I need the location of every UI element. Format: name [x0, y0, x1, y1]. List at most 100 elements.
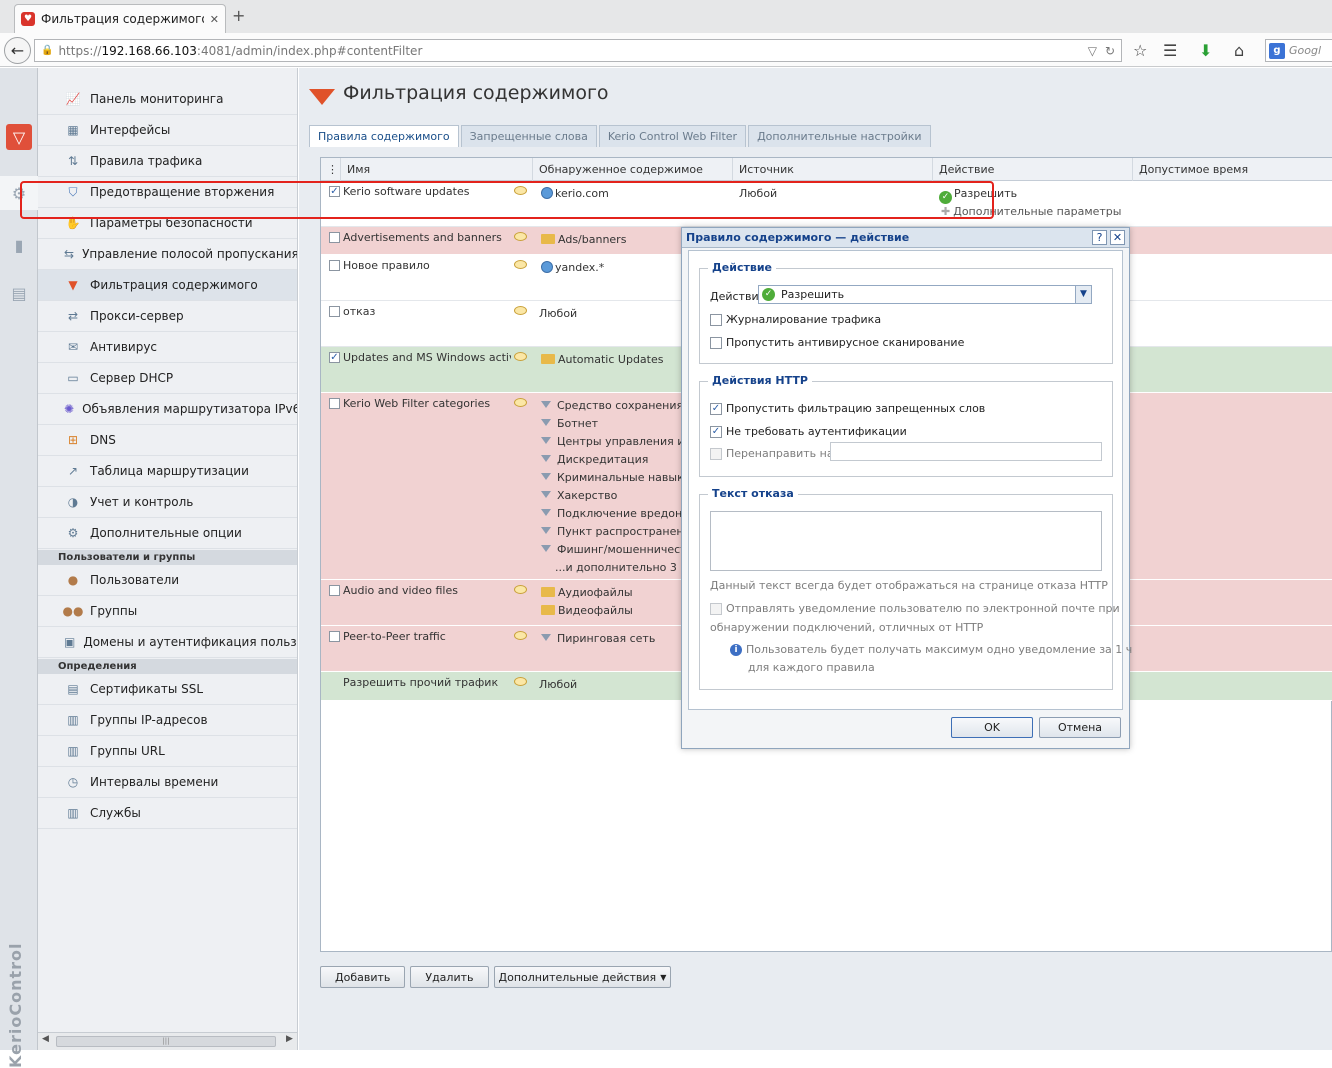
sidebar-item-dns[interactable]: ⊞ DNS [38, 425, 297, 456]
cancel-button[interactable]: Отмена [1039, 717, 1121, 738]
sidebar-item-label: Фильтрация содержимого [90, 278, 258, 292]
sidebar-item-label: DNS [90, 433, 116, 447]
sidebar-item-ipv6[interactable]: ✺ Объявления маршрутизатора IPv6 [38, 394, 297, 425]
sidebar-item-traffic-rules[interactable]: ⇅ Правила трафика [38, 146, 297, 177]
user-icon: ● [67, 573, 79, 587]
search-placeholder: Googl [1289, 44, 1322, 57]
sidebar-item-dhcp[interactable]: ▭ Сервер DHCP [38, 363, 297, 394]
search-box[interactable]: g Googl [1265, 39, 1332, 62]
skip-antivirus-checkbox[interactable] [710, 336, 722, 349]
no-auth-checkbox[interactable]: ✓ [710, 425, 722, 438]
help-icon[interactable]: ? [1092, 230, 1107, 245]
browser-tab[interactable]: ♥ Фильтрация содержимого - ... ✕ [14, 4, 226, 33]
comment-bubble-icon[interactable] [514, 398, 527, 407]
tab-advanced-settings[interactable]: Дополнительные настройки [748, 125, 931, 147]
comment-bubble-icon[interactable] [514, 306, 527, 315]
scroll-left-icon[interactable]: ◀ [42, 1034, 49, 1044]
tab-forbidden-words[interactable]: Запрещенные слова [460, 125, 597, 147]
skip-words-checkbox[interactable]: ✓ [710, 402, 722, 415]
time-interval-icon: ◷ [67, 775, 79, 789]
sidebar-item-ip-group[interactable]: ▥ Группы IP-адресов [38, 705, 297, 736]
funnel-icon: ▼ [68, 278, 78, 292]
notify-info-line1: Пользователь будет получать максимум одн… [746, 643, 1133, 656]
sidebar-item-proxy[interactable]: ⇄ Прокси-сервер [38, 301, 297, 332]
column-header-name[interactable]: Имя [341, 158, 533, 181]
scroll-thumb[interactable]: ||| [56, 1036, 276, 1047]
rule-enabled-checkbox[interactable] [329, 306, 340, 317]
column-header-content[interactable]: Обнаруженное содержимое [533, 158, 733, 181]
kerio-shield-icon[interactable]: ▽ [6, 124, 32, 150]
remove-button[interactable]: Удалить [410, 966, 489, 988]
bookmark-star-icon[interactable]: ☆ [1133, 41, 1147, 60]
url-scheme: https:// [58, 43, 102, 58]
rule-enabled-checkbox[interactable] [329, 585, 340, 596]
sidebar-item-label: Сертификаты SSL [90, 682, 204, 696]
antivirus-icon: ✉ [67, 340, 79, 354]
sidebar-item-routing[interactable]: ↗ Таблица маршрутизации [38, 456, 297, 487]
sidebar-scrollbar[interactable]: ◀ ||| ▶ [38, 1032, 297, 1050]
new-tab-icon[interactable]: + [232, 6, 245, 25]
tab-content-rules[interactable]: Правила содержимого [309, 125, 459, 147]
rule-enabled-checkbox[interactable] [329, 260, 340, 271]
redirect-url-input[interactable] [830, 442, 1102, 461]
sidebar-item-services[interactable]: ▥ Службы [38, 798, 297, 829]
sidebar-item-label: Сервер DHCP [90, 371, 174, 385]
no-auth-row[interactable]: ✓ Не требовать аутентификации [710, 425, 907, 438]
comment-bubble-icon[interactable] [514, 352, 527, 361]
rule-enabled-checkbox[interactable] [329, 232, 340, 243]
sidebar-item-label: Управление полосой пропускания и [82, 247, 298, 261]
ok-button[interactable]: OK [951, 717, 1033, 738]
log-traffic-row[interactable]: Журналирование трафика [710, 313, 881, 326]
sidebar-item-user[interactable]: ● Пользователи [38, 565, 297, 596]
sidebar-item-certificate[interactable]: ▤ Сертификаты SSL [38, 674, 297, 705]
more-actions-button[interactable]: Дополнительные действия ▼ [493, 966, 672, 988]
dropdown-icon[interactable]: ▽ [1088, 44, 1097, 58]
close-icon[interactable]: ✕ [1110, 230, 1125, 245]
logs-icon[interactable]: ▤ [6, 280, 32, 306]
notify-info-row: i Пользователь будет получать максимум о… [730, 643, 1132, 656]
add-button[interactable]: Добавить [320, 966, 406, 988]
back-button[interactable]: ← [4, 37, 31, 64]
close-tab-icon[interactable]: ✕ [210, 13, 219, 26]
download-icon[interactable]: ⬇ [1199, 41, 1212, 60]
tab-web-filter[interactable]: Kerio Control Web Filter [598, 125, 747, 147]
sidebar-item-network-card[interactable]: ▦ Интерфейсы [38, 115, 297, 146]
redirect-checkbox[interactable] [710, 447, 722, 460]
rule-enabled-checkbox[interactable]: ✓ [329, 352, 340, 363]
deny-text-input[interactable] [710, 511, 1102, 571]
sidebar-item-dashboard[interactable]: 📈 Панель мониторинга [38, 84, 297, 115]
comment-bubble-icon[interactable] [514, 585, 527, 594]
scroll-right-icon[interactable]: ▶ [286, 1034, 293, 1044]
column-header-time[interactable]: Допустимое время [1133, 158, 1332, 181]
address-bar[interactable]: 🔒 https://192.168.66.103:4081/admin/inde… [34, 39, 1122, 62]
action-select[interactable]: ✓ Разрешить ▼ [758, 285, 1092, 304]
comment-bubble-icon[interactable] [514, 631, 527, 640]
reload-icon[interactable]: ↻ [1105, 44, 1115, 58]
sidebar-item-bandwidth[interactable]: ⇆ Управление полосой пропускания и [38, 239, 298, 270]
column-header-source[interactable]: Источник [733, 158, 933, 181]
sidebar-item-url-group[interactable]: ▥ Группы URL [38, 736, 297, 767]
comment-bubble-icon[interactable] [514, 677, 527, 686]
log-traffic-checkbox[interactable] [710, 313, 722, 326]
skip-antivirus-row[interactable]: Пропустить антивирусное сканирование [710, 336, 964, 349]
comment-bubble-icon[interactable] [514, 260, 527, 269]
sidebar-item-antivirus[interactable]: ✉ Антивирус [38, 332, 297, 363]
reading-list-icon[interactable]: ☰ [1163, 41, 1177, 60]
chevron-down-icon[interactable]: ▼ [1075, 286, 1091, 303]
skip-words-row[interactable]: ✓ Пропустить фильтрацию запрещенных слов [710, 402, 985, 415]
rule-enabled-checkbox[interactable] [329, 631, 340, 642]
sidebar-item-funnel[interactable]: ▼ Фильтрация содержимого [38, 270, 297, 301]
column-header-action[interactable]: Действие [933, 158, 1133, 181]
rule-enabled-checkbox[interactable] [329, 398, 340, 409]
status-bars-icon[interactable]: ▮ [6, 232, 32, 258]
sidebar-item-group[interactable]: ●● Группы [38, 596, 297, 627]
sidebar-item-options-gear[interactable]: ⚙ Дополнительные опции [38, 518, 297, 549]
home-icon[interactable]: ⌂ [1234, 41, 1244, 60]
sidebar-item-time-interval[interactable]: ◷ Интервалы времени [38, 767, 297, 798]
dialog-titlebar[interactable]: Правило содержимого — действие ? ✕ [682, 228, 1129, 248]
sidebar-item-accounting[interactable]: ◑ Учет и контроль [38, 487, 297, 518]
comment-bubble-icon[interactable] [514, 232, 527, 241]
sidebar-item-domain[interactable]: ▣ Домены и аутентификация пользова [38, 627, 297, 658]
filter-category-icon [541, 545, 551, 552]
notify-checkbox[interactable] [710, 602, 722, 615]
